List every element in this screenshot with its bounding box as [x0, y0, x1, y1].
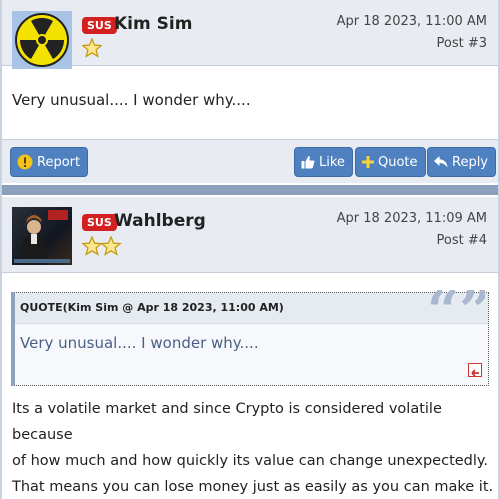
quote-label: Quote	[378, 154, 418, 170]
svg-text:“”: “”	[427, 290, 485, 326]
quote-text: Very unusual.... I wonder why....	[20, 334, 259, 352]
quote-button[interactable]: Quote	[355, 147, 426, 177]
post-date: Apr 18 2023, 11:00 AM	[336, 14, 487, 29]
post-body-line: Its a volatile market and since Crypto i…	[12, 401, 442, 443]
post-header: SUS Kim Sim Apr 18 2023, 11:00 AM Post #…	[2, 0, 498, 69]
view-original-icon[interactable]	[468, 363, 482, 377]
reply-button[interactable]: Reply	[427, 147, 497, 177]
quote-block: QUOTE(Kim Sim @ Apr 18 2023, 11:00 AM) “…	[11, 290, 489, 386]
star-icon	[81, 37, 103, 58]
plus-icon	[362, 156, 374, 168]
sus-badge: SUS	[82, 17, 117, 34]
rank-stars	[81, 235, 122, 260]
like-button[interactable]: Like	[294, 147, 353, 177]
avatar[interactable]	[12, 207, 72, 267]
quote-attribution: QUOTE(Kim Sim @ Apr 18 2023, 11:00 AM)	[20, 301, 284, 314]
post-actions: Report Like Quote Reply	[2, 139, 498, 183]
post-number[interactable]: Post #3	[437, 36, 488, 51]
thumbs-up-icon	[301, 155, 315, 169]
post-date: Apr 18 2023, 11:09 AM	[336, 211, 487, 226]
album-cover-image	[12, 207, 72, 265]
post-number[interactable]: Post #4	[437, 233, 488, 248]
sus-badge: SUS	[82, 214, 117, 231]
warning-icon	[17, 154, 33, 170]
quote-header: QUOTE(Kim Sim @ Apr 18 2023, 11:00 AM) “…	[15, 290, 488, 326]
post-body-line: of how much and how quickly its value ca…	[12, 453, 489, 469]
post-body-line: That means you can lose money just as ea…	[12, 479, 494, 495]
radiation-icon	[12, 11, 72, 69]
post-header: SUS Wahlberg Apr 18 2023, 11:09 AM Post …	[2, 197, 498, 273]
rank-stars	[81, 37, 103, 62]
post-body: Very unusual.... I wonder why....	[12, 91, 251, 109]
like-label: Like	[319, 154, 345, 170]
username[interactable]: Kim Sim	[114, 14, 192, 34]
username[interactable]: Wahlberg	[114, 211, 206, 231]
post-body: Its a volatile market and since Crypto i…	[12, 396, 500, 499]
avatar[interactable]	[12, 11, 72, 71]
report-label: Report	[37, 154, 81, 170]
reply-arrow-icon	[434, 156, 448, 168]
star-icon	[100, 235, 122, 256]
report-button[interactable]: Report	[10, 147, 89, 177]
post-separator	[2, 185, 498, 195]
star-icon	[81, 235, 103, 256]
reply-label: Reply	[452, 154, 489, 170]
quotation-marks-icon: “”	[427, 290, 485, 326]
